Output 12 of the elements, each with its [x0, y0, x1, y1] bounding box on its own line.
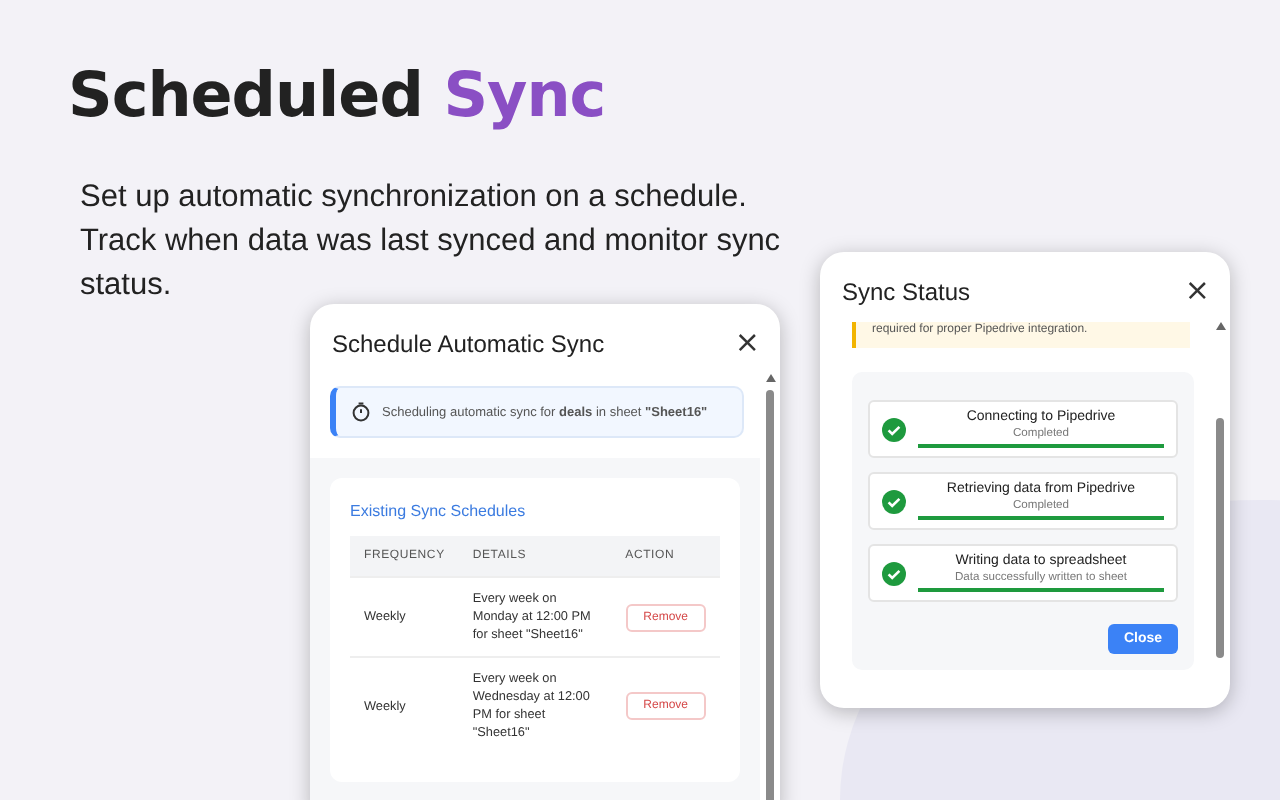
dialog-title: Sync Status: [842, 277, 971, 305]
scroll-up-icon[interactable]: [765, 374, 775, 382]
scrollbar-thumb[interactable]: [1216, 418, 1224, 658]
dialog-title: Schedule Automatic Sync: [332, 329, 605, 357]
close-button[interactable]: ×: [1184, 276, 1210, 306]
timer-icon: [352, 402, 370, 422]
scroll-up-icon[interactable]: [1215, 322, 1225, 330]
description: Set up automatic synchronization on a schedule. Track when data was last synced and monitor sync status.: [80, 178, 783, 306]
close-button[interactable]: ×: [734, 328, 760, 358]
scrollbar-thumb[interactable]: [766, 389, 774, 800]
headline: Scheduled Sync: [68, 60, 608, 132]
section-title: Existing Sync Schedules: [350, 502, 528, 520]
